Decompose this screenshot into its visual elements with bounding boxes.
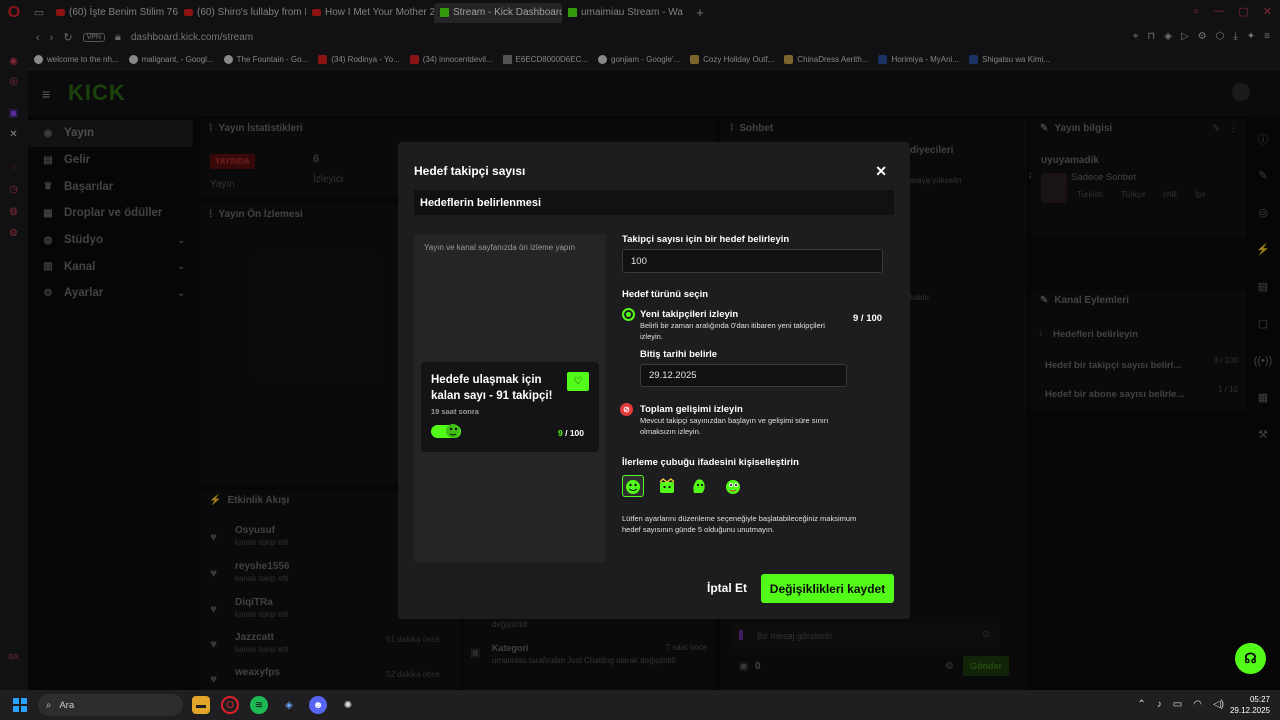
section-header: Hedeflerin belirlenmesi xyxy=(414,190,894,215)
goal-type-label: Hedef türünü seçin xyxy=(622,289,709,300)
end-date-label: Bitiş tarihi belirle xyxy=(640,349,718,360)
wifi-icon[interactable]: ◠ xyxy=(1193,699,1202,710)
goal-preview: Yayın ve kanal sayfanızda ön izleme yapı… xyxy=(414,234,606,562)
crown-emote-icon xyxy=(659,478,675,493)
chatgpt-icon[interactable]: ✺ xyxy=(339,696,357,714)
blob-emote-icon xyxy=(693,479,705,493)
emote-option-3[interactable] xyxy=(688,475,710,497)
spotify-icon[interactable]: ≋ xyxy=(250,696,268,714)
save-changes-button[interactable]: Değişiklikleri kaydet xyxy=(761,574,894,603)
cancel-button[interactable]: İptal Et xyxy=(702,574,752,602)
follower-goal-modal: Hedef takipçi sayısı ✕ Hedeflerin belirl… xyxy=(398,142,910,619)
microphone-icon[interactable]: ♪ xyxy=(1157,699,1162,710)
file-explorer-icon[interactable]: ▬ xyxy=(192,696,210,714)
goal-card-time: 19 saat sonra xyxy=(431,407,479,416)
support-chat-icon[interactable]: ☊ xyxy=(1235,643,1266,674)
modal-title: Hedef takipçi sayısı xyxy=(414,164,526,178)
option-desc: Belirli bir zaman aralığında 0'dan itiba… xyxy=(640,321,825,341)
end-date-input[interactable]: 29.12.2025 xyxy=(640,364,847,387)
target-input[interactable]: 100 xyxy=(622,249,883,273)
radio-new-followers[interactable] xyxy=(622,308,635,321)
radio-total-progress[interactable]: ⊘ xyxy=(620,403,633,416)
taskbar-clock[interactable]: 05:27 29.12.2025 xyxy=(1230,694,1270,716)
heart-icon: ♡ xyxy=(567,372,589,391)
preview-hint: Yayın ve kanal sayfanızda ön izleme yapı… xyxy=(424,243,576,252)
windows-start-icon[interactable] xyxy=(13,698,27,712)
option-title[interactable]: Toplam gelişimi izleyin xyxy=(640,404,743,415)
frog-emote-icon xyxy=(726,480,740,494)
display-icon[interactable]: ▭ xyxy=(1173,699,1182,710)
discord-icon[interactable]: ☻ xyxy=(309,696,327,714)
option-title[interactable]: Yeni takipçileri izleyin xyxy=(640,309,738,320)
chevron-up-icon[interactable]: ⌃ xyxy=(1137,699,1145,710)
emote-option-1[interactable] xyxy=(622,475,644,497)
goal-card-title: Hedefe ulaşmak için kalan sayı - 91 taki… xyxy=(431,374,553,402)
close-icon[interactable]: ✕ xyxy=(875,163,887,180)
taskbar-search[interactable]: ⌕ Ara xyxy=(38,694,183,716)
steam-icon[interactable]: ◈ xyxy=(280,696,298,714)
option-count: 9 / 100 xyxy=(853,313,883,324)
volume-icon[interactable]: ◁) xyxy=(1213,699,1224,710)
system-tray: ⌃ ♪ ▭ ◠ ◁) xyxy=(1137,699,1224,710)
progress-style-label: İlerleme çubuğu ifadesini kişiselleştiri… xyxy=(622,457,799,468)
limit-note: Lütfen ayarlarını düzenleme seçeneğiyle … xyxy=(622,514,857,534)
goal-progress-emote-icon xyxy=(431,424,461,438)
opera-gx-icon[interactable]: O xyxy=(221,696,239,714)
goal-card-count: 9 / 100 xyxy=(557,428,584,438)
search-icon: ⌕ xyxy=(46,699,52,711)
option-desc: Mevcut takipçi sayınızdan başlayın ve ge… xyxy=(640,416,829,436)
target-label: Takipçi sayısı için bir hedef belirleyin xyxy=(622,234,790,245)
taskbar: ⌕ Ara ▬ O ≋ ◈ ☻ ✺ ⌃ ♪ ▭ ◠ ◁) 05:27 29.12.2… xyxy=(0,690,1280,720)
emote-option-4[interactable] xyxy=(722,475,744,497)
goal-card: Hedefe ulaşmak için kalan sayı - 91 taki… xyxy=(421,362,599,452)
emote-option-2[interactable] xyxy=(656,475,678,497)
happy-frog-emote-icon xyxy=(626,480,640,494)
